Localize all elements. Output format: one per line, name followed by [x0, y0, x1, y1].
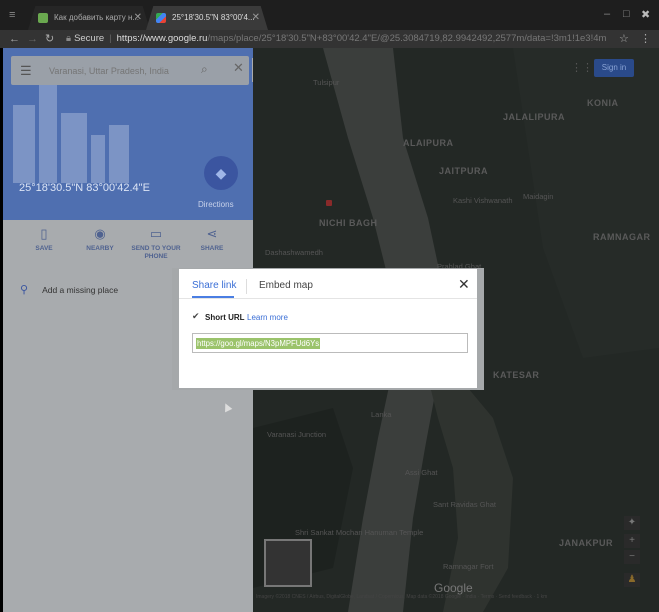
map-label: Dashashwamedh [265, 248, 323, 257]
divider [179, 298, 477, 299]
tab-embed-map[interactable]: Embed map [259, 280, 313, 291]
share-label: SHARE [200, 245, 224, 252]
reload-icon[interactable]: ↻ [45, 32, 54, 46]
earth-view-toggle[interactable] [264, 539, 312, 587]
city-illustration-icon [13, 85, 129, 183]
zoom-in-button[interactable]: + [624, 534, 640, 548]
map-label: KATESAR [493, 370, 540, 380]
map-label: Tulsipur [313, 78, 340, 87]
share-dialog: Share link Embed map ✕ ✔ Short URL Learn… [179, 269, 477, 388]
send-to-phone-label: SEND TO YOUR PHONE [131, 245, 181, 260]
map-label: JAITPURA [439, 166, 489, 176]
url-host: https://www.google.ru [116, 33, 208, 44]
compass-icon[interactable]: ✦ [624, 516, 640, 530]
hamburger-menu-icon[interactable]: ☰ [20, 63, 32, 79]
place-header: ☰ ⌕ ✕ 25°18'30.5"N 83°00'42.4"E ◆ Direct… [3, 48, 253, 220]
search-icon[interactable]: ⌕ [201, 62, 208, 77]
map-label: Varanasi Junction [267, 430, 327, 439]
send-to-phone-button[interactable]: ▭ SEND TO YOUR PHONE [128, 226, 184, 261]
browser-tab-2[interactable]: 25°18'30.5"N 83°00'4... ✕ [146, 6, 268, 30]
share-url-value: https://goo.gl/maps/N3pMPFUd6Ys [196, 338, 321, 349]
directions-label: Directions [198, 200, 234, 209]
pegman-icon[interactable]: ♟ [624, 573, 640, 587]
browser-menu-icon[interactable]: ⋮ [640, 32, 651, 45]
map-label: Assi Ghat [405, 468, 438, 477]
share-icon: ⋖ [206, 226, 218, 241]
maximize-icon[interactable]: □ [623, 8, 630, 20]
save-label: SAVE [35, 245, 53, 252]
nearby-icon: ◉ [94, 226, 106, 241]
browser-window: ≡ Как добавить карту н... ✕ 25°18'30.5"N… [0, 0, 659, 612]
url-field[interactable]: 🔒︎ Secure | https://www.google.ru/maps/plac… [66, 32, 606, 46]
share-button[interactable]: ⋖ SHARE [184, 226, 240, 253]
short-url-checkbox[interactable]: ✔ [192, 312, 201, 321]
short-url-label: Short URL [205, 313, 245, 322]
add-missing-place-label: Add a missing place [42, 285, 119, 295]
back-icon[interactable]: ← [9, 32, 20, 46]
map-label: JALALIPURA [503, 112, 566, 122]
browser-tab-1[interactable]: Как добавить карту н... ✕ [28, 6, 150, 30]
forward-icon[interactable]: → [27, 32, 38, 46]
nearby-label: NEARBY [86, 245, 114, 252]
add-missing-place-link[interactable]: ⚲ Add a missing place [20, 283, 118, 296]
bookmark-icon: ▯ [40, 226, 48, 241]
close-dialog-icon[interactable]: ✕ [458, 277, 470, 291]
tab-title: 25°18'30.5"N 83°00'4... [172, 13, 255, 22]
map-label: Lanka [371, 410, 392, 419]
window-menu-icon[interactable]: ≡ [9, 9, 21, 21]
lock-icon: 🔒︎ [66, 33, 72, 44]
directions-button[interactable]: ◆ [204, 156, 238, 190]
url-path: /maps/place/25°18'30.5"N+83°00'42.4"E/@2… [207, 33, 606, 44]
bookmark-star-icon[interactable]: ☆ [619, 32, 629, 45]
clear-search-icon[interactable]: ✕ [233, 60, 244, 76]
maps-favicon-icon [156, 13, 166, 23]
secure-label: Secure [74, 33, 105, 44]
map-label: Kashi Vishwanath [453, 196, 513, 205]
map-label: ALAIPURA [403, 138, 454, 148]
map-label: Maidagin [523, 192, 554, 201]
map-label: RAMNAGAR [593, 232, 651, 242]
save-button[interactable]: ▯ SAVE [16, 226, 72, 253]
favicon-icon [38, 13, 48, 23]
map-label: KONIA [587, 98, 619, 108]
phone-icon: ▭ [149, 226, 163, 241]
tab-bar: ≡ Как добавить карту н... ✕ 25°18'30.5"N… [0, 0, 659, 30]
address-bar: ← → ↻ 🔒︎ Secure | https://www.google.ru/map… [0, 30, 659, 48]
map-label: Ramnagar Fort [443, 562, 494, 571]
map-footer: Imagery ©2018 CNES / Airbus, DigitalGlob… [256, 594, 548, 600]
search-input[interactable] [49, 62, 189, 79]
zoom-out-button[interactable]: − [624, 550, 640, 564]
place-coordinates: 25°18'30.5"N 83°00'42.4"E [19, 182, 150, 194]
close-window-icon[interactable]: ✖ [641, 8, 650, 21]
tab-share-link[interactable]: Share link [192, 280, 236, 291]
map-label: Shri Sankat Mochan Hanuman Temple [295, 528, 424, 537]
close-tab-icon[interactable]: ✕ [252, 6, 260, 30]
minimize-icon[interactable]: – [604, 8, 610, 20]
directions-icon: ◆ [215, 165, 227, 181]
map-label: Sant Ravidas Ghat [433, 500, 496, 509]
tab-title: Как добавить карту н... [54, 13, 140, 22]
map-label: JANAKPUR [559, 538, 614, 548]
place-marker-icon[interactable] [326, 200, 332, 206]
tab-divider [246, 279, 247, 294]
close-tab-icon[interactable]: ✕ [134, 6, 142, 30]
search-box: ☰ ⌕ ✕ [11, 56, 249, 85]
learn-more-link[interactable]: Learn more [247, 313, 288, 322]
map-label: NICHI BAGH [319, 218, 378, 228]
share-url-field[interactable]: https://goo.gl/maps/N3pMPFUd6Ys [192, 333, 468, 353]
nearby-button[interactable]: ◉ NEARBY [72, 226, 128, 253]
add-place-pin-icon: ⚲ [20, 284, 29, 296]
sign-in-button[interactable]: Sign in [594, 59, 634, 77]
